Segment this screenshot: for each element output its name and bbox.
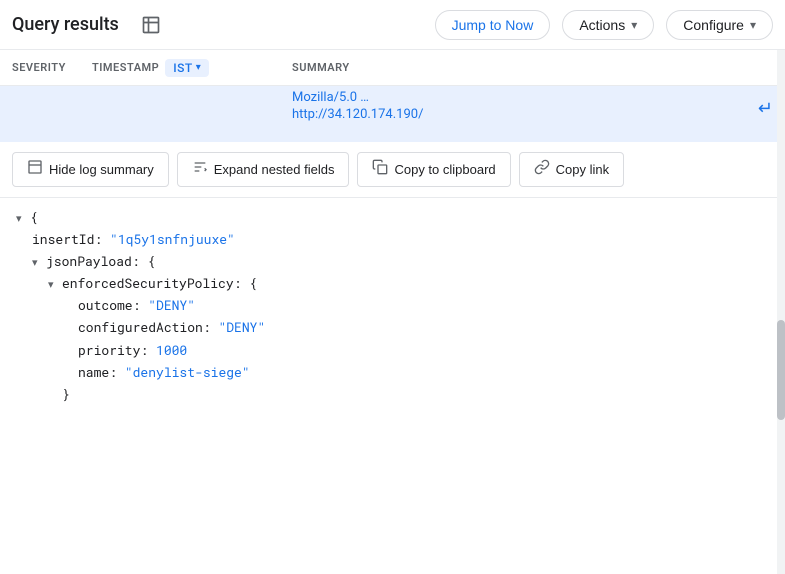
hide-log-summary-button[interactable]: Hide log summary bbox=[12, 152, 169, 187]
actions-chevron-icon: ▾ bbox=[631, 18, 637, 32]
insert-id-value: "1q5y1snfnjuuxe" bbox=[110, 228, 235, 250]
priority-value: 1000 bbox=[156, 339, 187, 361]
header-bar: Query results Jump to Now Actions ▾ Conf… bbox=[0, 0, 785, 50]
json-content-area: ▾ { insertId: "1q5y1snfnjuuxe" ▾ jsonPay… bbox=[0, 198, 785, 524]
json-configured-action-line: configuredAction: "DENY" bbox=[16, 316, 769, 338]
jump-to-now-label: Jump to Now bbox=[452, 17, 534, 33]
configured-action-value: "DENY" bbox=[218, 316, 265, 338]
return-to-log-icon[interactable]: ↵ bbox=[758, 98, 773, 119]
name-spacer bbox=[64, 364, 78, 383]
scrollbar-track[interactable] bbox=[777, 50, 785, 574]
timestamp-column-header: TIMESTAMP IST ▾ bbox=[92, 59, 292, 77]
json-payload-line: ▾ jsonPayload: { bbox=[16, 250, 769, 272]
timezone-badge[interactable]: IST ▾ bbox=[165, 59, 209, 77]
scrollbar-thumb[interactable] bbox=[777, 320, 785, 420]
clipboard-icon bbox=[372, 159, 388, 180]
insert-id-key: insertId: bbox=[32, 228, 102, 250]
table-row[interactable]: Mozilla/5.0 … http://34.120.174.190/ ↵ bbox=[0, 86, 785, 142]
summary-link-1[interactable]: Mozilla/5.0 … bbox=[292, 90, 773, 105]
json-payload-key: jsonPayload: bbox=[46, 250, 140, 272]
json-insert-id-line: insertId: "1q5y1snfnjuuxe" bbox=[16, 228, 769, 250]
configure-label: Configure bbox=[683, 17, 744, 33]
name-value: "denylist-siege" bbox=[125, 361, 250, 383]
severity-column-header: SEVERITY bbox=[12, 61, 92, 74]
jump-to-now-button[interactable]: Jump to Now bbox=[435, 10, 551, 40]
table-header-row: SEVERITY TIMESTAMP IST ▾ SUMMARY bbox=[0, 50, 785, 86]
actions-button[interactable]: Actions ▾ bbox=[562, 10, 654, 40]
link-icon bbox=[534, 159, 550, 180]
expand-nested-icon bbox=[192, 159, 208, 180]
name-key: name: bbox=[78, 361, 117, 383]
configure-button[interactable]: Configure ▾ bbox=[666, 10, 773, 40]
json-enforced-line: ▾ enforcedSecurityPolicy: { bbox=[16, 272, 769, 294]
copy-link-label: Copy link bbox=[556, 162, 609, 177]
configured-spacer bbox=[64, 319, 78, 338]
outcome-key: outcome: bbox=[78, 294, 140, 316]
json-root-open: ▾ { bbox=[16, 206, 769, 228]
configure-chevron-icon: ▾ bbox=[750, 18, 756, 32]
hide-log-icon bbox=[27, 159, 43, 180]
summary-link-2[interactable]: http://34.120.174.190/ bbox=[292, 107, 773, 122]
expand-view-button[interactable] bbox=[135, 9, 167, 41]
copy-to-clipboard-label: Copy to clipboard bbox=[394, 162, 495, 177]
action-buttons-bar: Hide log summary Expand nested fields Co… bbox=[0, 142, 785, 198]
json-outcome-line: outcome: "DENY" bbox=[16, 294, 769, 316]
json-priority-line: priority: 1000 bbox=[16, 339, 769, 361]
expand-nested-fields-label: Expand nested fields bbox=[214, 162, 335, 177]
enforced-key: enforcedSecurityPolicy: bbox=[62, 272, 241, 294]
json-name-line: name: "denylist-siege" bbox=[16, 361, 769, 383]
hide-log-summary-label: Hide log summary bbox=[49, 162, 154, 177]
copy-link-button[interactable]: Copy link bbox=[519, 152, 624, 187]
timezone-chevron-icon: ▾ bbox=[196, 62, 202, 73]
enforced-collapse-arrow[interactable]: ▾ bbox=[48, 275, 62, 294]
priority-spacer bbox=[64, 342, 78, 361]
root-collapse-arrow[interactable]: ▾ bbox=[16, 209, 30, 228]
page-title: Query results bbox=[12, 14, 119, 35]
actions-label: Actions bbox=[579, 17, 625, 33]
json-enforced-close: } bbox=[16, 383, 769, 405]
json-payload-collapse-arrow[interactable]: ▾ bbox=[32, 253, 46, 272]
expand-nested-fields-button[interactable]: Expand nested fields bbox=[177, 152, 350, 187]
copy-to-clipboard-button[interactable]: Copy to clipboard bbox=[357, 152, 510, 187]
priority-key: priority: bbox=[78, 339, 148, 361]
row-summary-cell: Mozilla/5.0 … http://34.120.174.190/ bbox=[292, 90, 773, 122]
summary-column-header: SUMMARY bbox=[292, 61, 773, 74]
outcome-value: "DENY" bbox=[148, 294, 195, 316]
outcome-spacer bbox=[64, 297, 78, 316]
configured-action-key: configuredAction: bbox=[78, 316, 211, 338]
